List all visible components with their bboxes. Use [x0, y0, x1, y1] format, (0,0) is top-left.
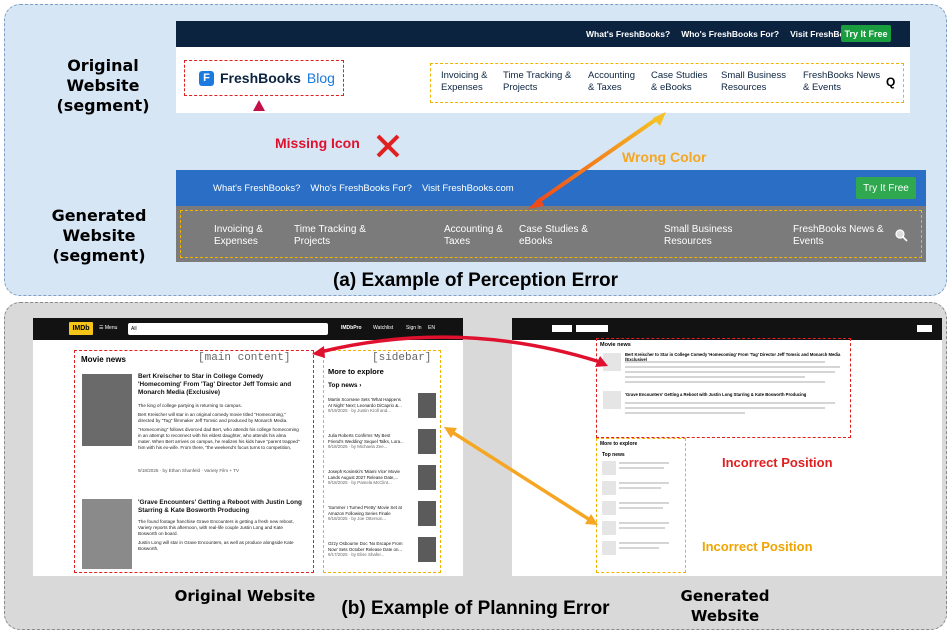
- sidebar-arrow: [451, 430, 591, 522]
- planning-error-caption: (b) Example of Planning Error: [341, 598, 610, 619]
- planning-arrows: [312, 335, 608, 525]
- main-content-arrow: [319, 335, 601, 364]
